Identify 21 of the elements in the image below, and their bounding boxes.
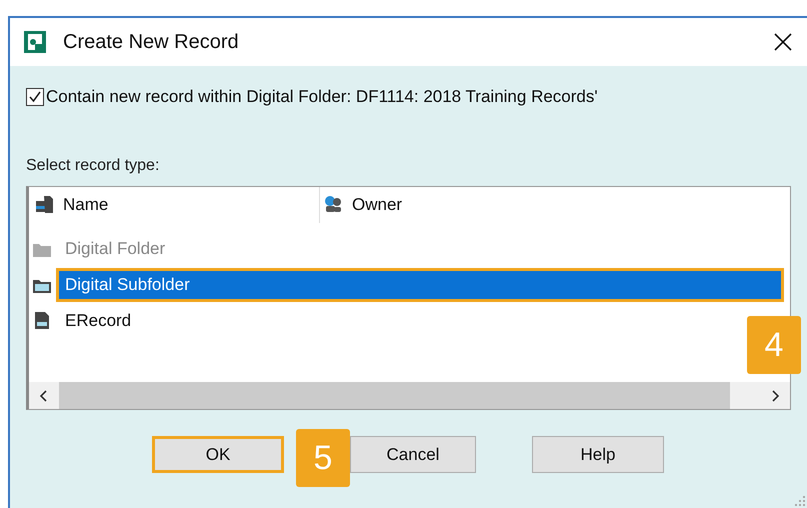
scroll-left-icon[interactable] bbox=[39, 390, 49, 402]
checkbox[interactable] bbox=[26, 88, 44, 106]
step-callout: 4 bbox=[747, 316, 801, 374]
scroll-right-icon[interactable] bbox=[770, 390, 780, 402]
dialog-button[interactable]: Cancel bbox=[350, 436, 476, 473]
column-header[interactable]: Name bbox=[29, 187, 320, 223]
resize-grip-icon[interactable] bbox=[795, 496, 805, 506]
close-icon[interactable] bbox=[773, 32, 793, 52]
dialog-button[interactable]: OK bbox=[152, 436, 284, 473]
list-item[interactable]: Digital Subfolder bbox=[56, 268, 784, 302]
list-item[interactable]: ERecord bbox=[56, 304, 140, 338]
step-callout: 5 bbox=[296, 429, 350, 487]
checkbox-label: Contain new record within Digital Folder: DF1114: 2018 Training Records' bbox=[46, 87, 598, 107]
dialog-button[interactable]: Help bbox=[532, 436, 664, 473]
window-title: Create New Record bbox=[63, 30, 240, 54]
document-icon bbox=[32, 311, 52, 331]
column-header[interactable]: Owner bbox=[320, 187, 402, 223]
document-stack-icon bbox=[35, 195, 55, 215]
app-icon bbox=[24, 31, 46, 53]
field-label: Select record type: bbox=[26, 157, 160, 175]
users-icon bbox=[324, 195, 344, 215]
